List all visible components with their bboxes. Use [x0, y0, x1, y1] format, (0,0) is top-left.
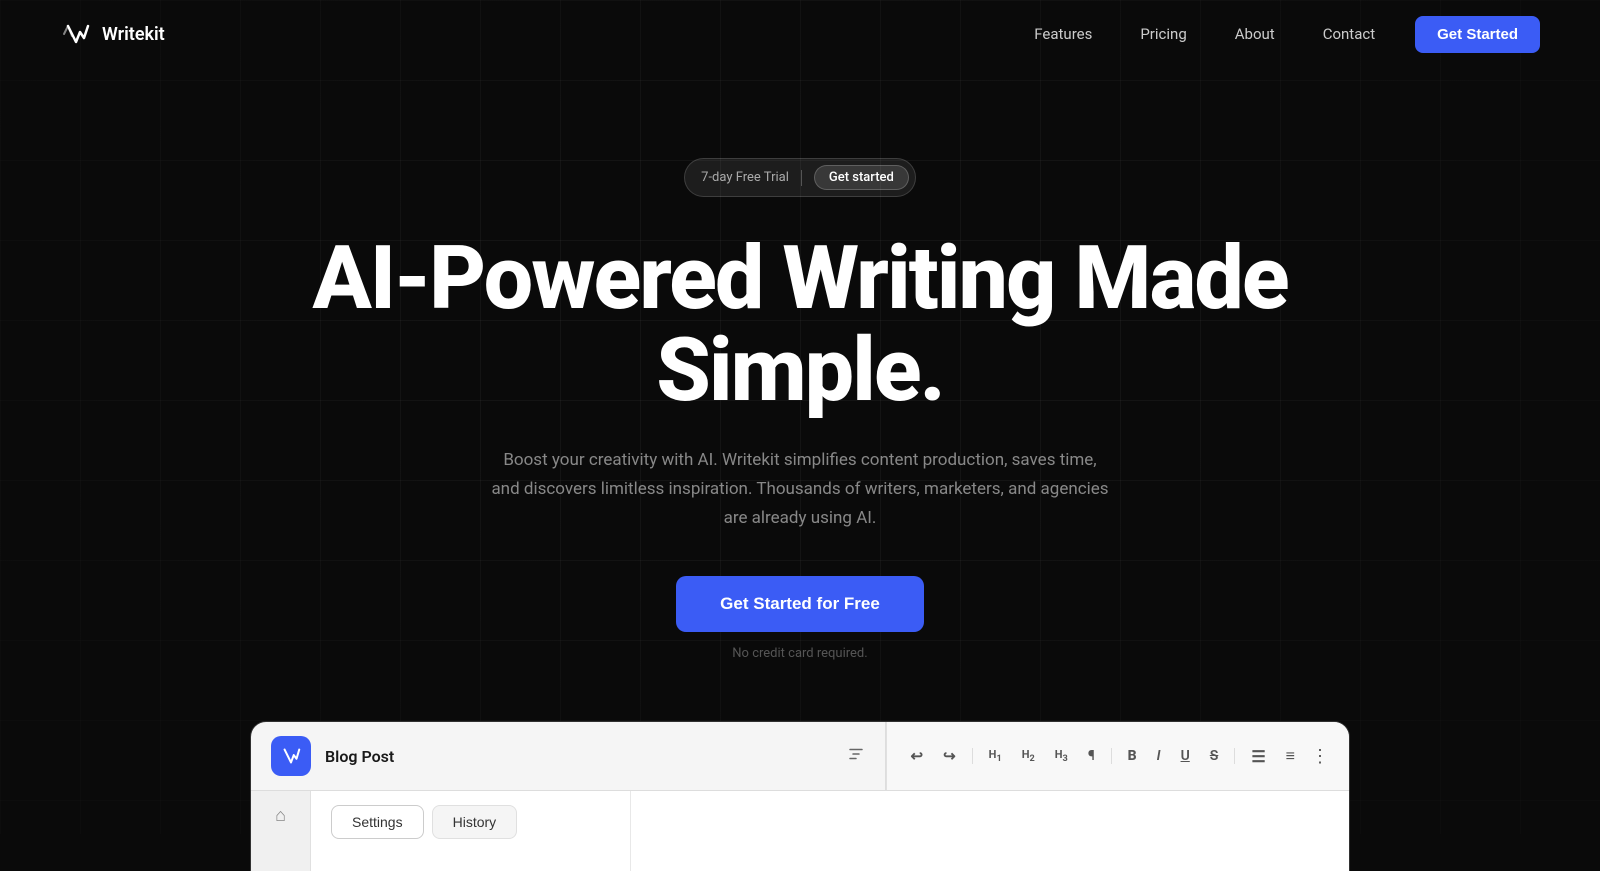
- nav-get-started-button[interactable]: Get Started: [1415, 16, 1540, 53]
- nav-contact[interactable]: Contact: [1303, 17, 1395, 51]
- h1-button[interactable]: H1: [985, 746, 1006, 766]
- trial-badge-link[interactable]: Get started: [814, 165, 909, 190]
- app-sidebar: ⌂: [251, 791, 311, 871]
- unordered-list-button[interactable]: ☰: [1247, 745, 1269, 768]
- document-tabs: Settings History: [331, 805, 610, 839]
- nav-features[interactable]: Features: [1014, 17, 1112, 51]
- toolbar-separator-2: [1111, 748, 1112, 764]
- hero-subtitle: Boost your creativity with AI. Writekit …: [490, 446, 1110, 533]
- content-panel: Settings History: [311, 791, 631, 871]
- redo-button[interactable]: ↪: [939, 745, 960, 767]
- trial-badge-text: 7-day Free Trial: [701, 170, 789, 185]
- nav-pricing[interactable]: Pricing: [1120, 17, 1206, 51]
- app-logo-icon: [271, 736, 311, 776]
- ordered-list-button[interactable]: ≡: [1282, 744, 1299, 768]
- app-document-title: Blog Post: [325, 747, 833, 766]
- navbar: Writekit Features Pricing About Contact …: [0, 0, 1600, 68]
- app-body: ⌂ Settings History: [251, 791, 1349, 871]
- h3-button[interactable]: H3: [1051, 746, 1072, 766]
- home-icon[interactable]: ⌂: [275, 805, 286, 826]
- history-tab[interactable]: History: [432, 805, 518, 839]
- logo[interactable]: Writekit: [60, 18, 165, 50]
- logo-icon: [60, 18, 92, 50]
- trial-badge: 7-day Free Trial Get started: [684, 158, 916, 197]
- no-credit-card-text: No credit card required.: [732, 646, 867, 661]
- bold-button[interactable]: B: [1124, 746, 1141, 766]
- nav-about[interactable]: About: [1215, 17, 1295, 51]
- strikethrough-button[interactable]: S: [1206, 746, 1223, 766]
- underline-button[interactable]: U: [1177, 746, 1194, 766]
- editor-toolbar: ↩ ↪ H1 H2 H3 ¶ B I U S ☰ ≡ ⋮: [886, 722, 1349, 790]
- italic-button[interactable]: I: [1153, 746, 1165, 766]
- filter-icon[interactable]: [847, 745, 865, 767]
- hero-cta-button[interactable]: Get Started for Free: [676, 576, 924, 632]
- brand-name: Writekit: [102, 24, 165, 45]
- badge-divider: [801, 170, 802, 186]
- app-preview: Blog Post ↩ ↪ H1 H2 H3 ¶ B: [250, 721, 1350, 871]
- settings-tab[interactable]: Settings: [331, 805, 424, 839]
- hero-section: 7-day Free Trial Get started AI-Powered …: [0, 68, 1600, 721]
- editor-area[interactable]: [631, 791, 1349, 871]
- toolbar-separator-3: [1234, 748, 1235, 764]
- undo-button[interactable]: ↩: [907, 745, 928, 767]
- nav-links: Features Pricing About Contact Get Start…: [1014, 16, 1540, 53]
- h2-button[interactable]: H2: [1018, 746, 1039, 766]
- paragraph-button[interactable]: ¶: [1084, 746, 1099, 766]
- more-options-button[interactable]: ⋮: [1311, 746, 1329, 767]
- hero-title: AI-Powered Writing Made Simple.: [250, 233, 1350, 418]
- toolbar-separator-1: [972, 748, 973, 764]
